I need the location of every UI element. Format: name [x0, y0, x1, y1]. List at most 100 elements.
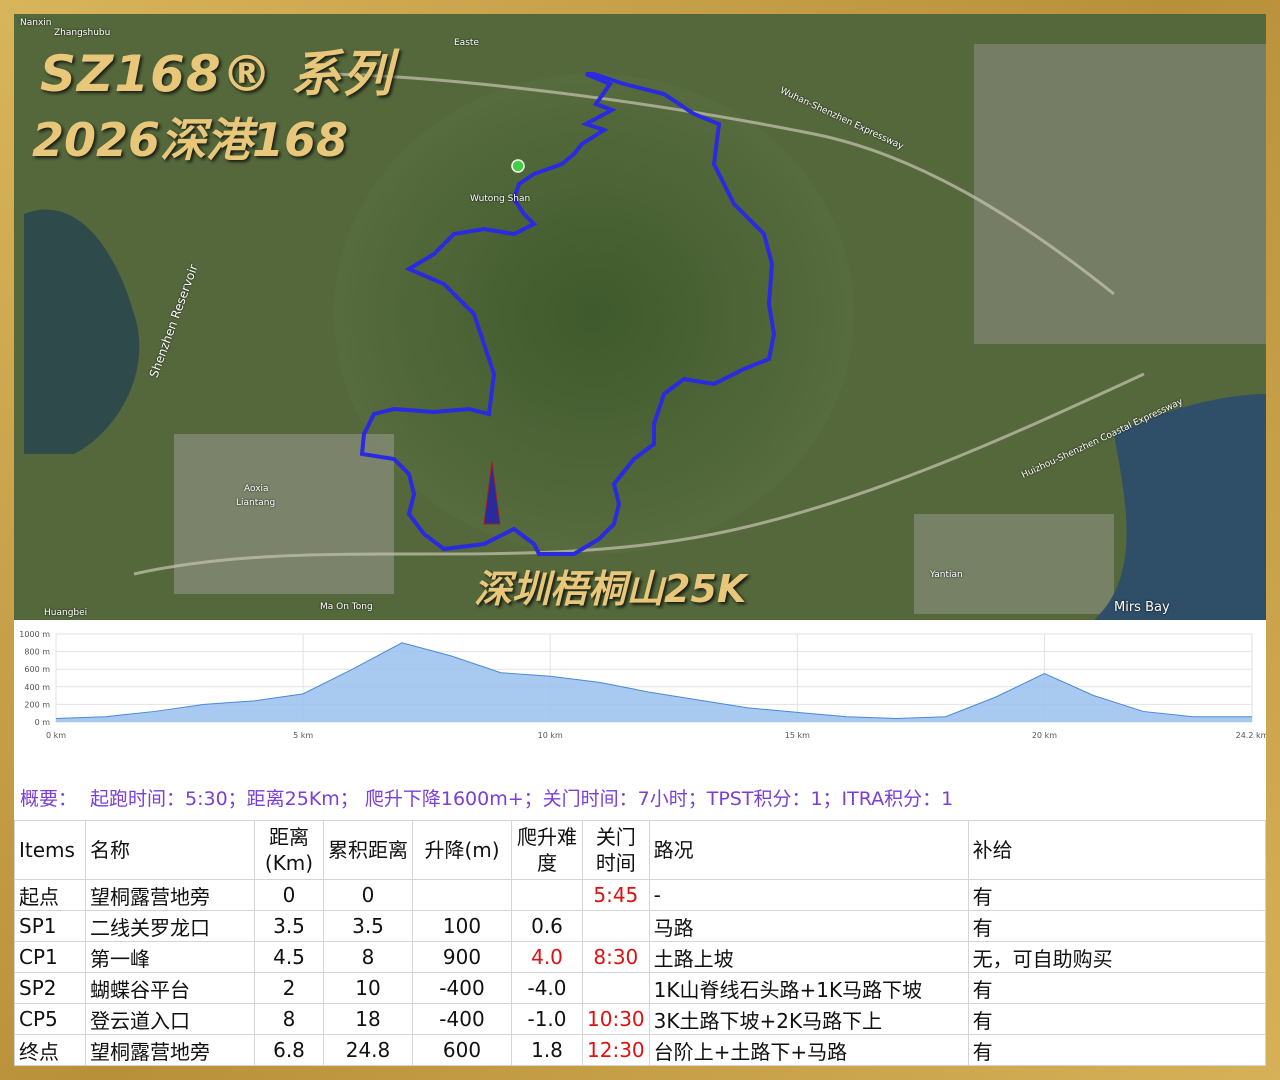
table-cell: 登云道入口 — [85, 1003, 255, 1035]
table-row: SP2 蝴蝶谷平台 2 10 -400 -4.0 1K山脊线石头路+1K马路下坡有 — [14, 972, 1266, 1004]
table-cell: SP2 — [14, 972, 86, 1004]
table-cell: SP1 — [14, 910, 86, 942]
y-tick-label: 0 m — [35, 718, 51, 727]
x-tick-label: 10 km — [538, 731, 563, 740]
place-label: Nanxin — [20, 18, 52, 28]
satellite-map[interactable]: Nanxin Zhangshubu Shenzhen Reservoir Wut… — [14, 14, 1266, 620]
table-cell: 12:30 — [582, 1034, 650, 1066]
table-cell: 台阶上+土路下+马路 — [648, 1034, 969, 1066]
table-cell — [511, 879, 583, 911]
header-items: Items — [14, 820, 86, 880]
summary-text: 起跑时间：5:30；距离25Km； 爬升下降1600m+；关门时间：7小时；TP… — [90, 788, 954, 810]
x-tick-label: 20 km — [1032, 731, 1057, 740]
table-cell: CP1 — [14, 941, 86, 973]
table-cell: -1.0 — [511, 1003, 583, 1035]
place-label: Huangbei — [44, 608, 88, 618]
table-cell — [412, 879, 512, 911]
x-tick-label: 0 km — [46, 731, 66, 740]
table-cell: 有 — [967, 972, 1266, 1004]
summary-label: 概要： — [20, 788, 78, 810]
race-title: 深圳梧桐山25K — [474, 567, 747, 611]
header-elevation: 升降(m) — [412, 820, 512, 880]
table-row: 终点 望桐露营地旁 6.8 24.8 600 1.8 12:30 台阶上+土路下+马路有 — [14, 1034, 1266, 1066]
table-cell: 望桐露营地旁 — [85, 879, 255, 911]
elevation-profile: 1000 m 800 m 600 m 400 m 200 m 0 m 0 km 5 km 10 … — [14, 622, 1266, 754]
table-cell: - — [648, 879, 969, 911]
table-cell: 无，可自助购买 — [967, 941, 1266, 973]
table-cell: 100 — [412, 910, 512, 942]
urban-area — [974, 44, 1266, 344]
table-cell: 6.8 — [254, 1034, 324, 1066]
table-cell: 有 — [967, 1003, 1266, 1035]
y-tick-label: 200 m — [24, 700, 50, 709]
table-cell: 3.5 — [254, 910, 324, 942]
table-row: 起点 望桐露营地旁 0 0 5:45- 有 — [14, 879, 1266, 911]
table-cell: 马路 — [648, 910, 969, 942]
urban-area — [174, 434, 394, 594]
header-cumulative: 累积距离 — [323, 820, 413, 880]
urban-area — [914, 514, 1114, 614]
table-cell: 蝴蝶谷平台 — [85, 972, 255, 1004]
table-cell: -400 — [412, 972, 512, 1004]
y-tick-label: 400 m — [24, 683, 50, 692]
header-road: 路况 — [648, 820, 969, 880]
table-cell: CP5 — [14, 1003, 86, 1035]
table-cell: 5:45 — [582, 879, 650, 911]
table-cell: 4.5 — [254, 941, 324, 973]
table-cell: 土路上坡 — [648, 941, 969, 973]
x-tick-label: 24.2 km — [1236, 731, 1266, 740]
table-cell: 1K山脊线石头路+1K马路下坡 — [648, 972, 969, 1004]
table-cell: 1.8 — [511, 1034, 583, 1066]
table-cell: 有 — [967, 1034, 1266, 1066]
table-cell: 10 — [323, 972, 413, 1004]
table-cell: 8:30 — [582, 941, 650, 973]
table-cell: 3K土路下坡+2K马路下上 — [648, 1003, 969, 1035]
table-cell: -4.0 — [511, 972, 583, 1004]
table-cell: 3.5 — [323, 910, 413, 942]
table-cell: 24.8 — [323, 1034, 413, 1066]
elevation-chart: 1000 m 800 m 600 m 400 m 200 m 0 m 0 km 5 km 10 … — [19, 630, 1266, 740]
header-difficulty: 爬升难度 — [511, 820, 583, 880]
header-name: 名称 — [85, 820, 255, 880]
event-brand: 2026深港168 — [32, 113, 349, 167]
table-cell: 有 — [967, 879, 1266, 911]
table-cell: 第一峰 — [85, 941, 255, 973]
place-label: Liantang — [236, 498, 276, 508]
table-cell: 起点 — [14, 879, 86, 911]
start-marker[interactable] — [511, 159, 525, 173]
table-cell — [582, 972, 650, 1004]
x-tick-label: 5 km — [293, 731, 313, 740]
table-cell: 2 — [254, 972, 324, 1004]
table-cell: 望桐露营地旁 — [85, 1034, 255, 1066]
y-tick-label: 800 m — [24, 648, 50, 657]
place-label: Mirs Bay — [1114, 600, 1170, 615]
table-cell: -400 — [412, 1003, 512, 1035]
poster-panel: Nanxin Zhangshubu Shenzhen Reservoir Wut… — [14, 14, 1266, 1066]
table-cell: 0.6 — [511, 910, 583, 942]
table-cell: 600 — [412, 1034, 512, 1066]
table-row: CP5 登云道入口 8 18 -400 -1.0 10:30 3K土路下坡+2K马路下上有 — [14, 1003, 1266, 1035]
x-tick-label: 15 km — [785, 731, 810, 740]
table-cell: 终点 — [14, 1034, 86, 1066]
header-distance: 距离(Km) — [254, 820, 324, 880]
gold-frame: Nanxin Zhangshubu Shenzhen Reservoir Wut… — [0, 0, 1280, 1080]
table-cell: 8 — [323, 941, 413, 973]
table-cell: 900 — [412, 941, 512, 973]
table-cell: 8 — [254, 1003, 324, 1035]
place-label: Easte — [454, 38, 479, 48]
table-cell: 18 — [323, 1003, 413, 1035]
table-cell: 0 — [323, 879, 413, 911]
table-row: CP1 第一峰 4.5 8 900 4.0 8:30 土路上坡 无，可自助购买 — [14, 941, 1266, 973]
y-tick-label: 1000 m — [19, 630, 50, 639]
place-label: Ma On Tong — [320, 602, 373, 612]
table-cell: 0 — [254, 879, 324, 911]
header-supply: 补给 — [967, 820, 1266, 880]
y-tick-label: 600 m — [24, 665, 50, 674]
header-cutoff: 关门时间 — [582, 820, 650, 880]
table-cell: 二线关罗龙口 — [85, 910, 255, 942]
place-label: Yantian — [930, 570, 963, 580]
summary-bar: 概要： 起跑时间：5:30；距离25Km； 爬升下降1600m+；关门时间：7小… — [14, 780, 1266, 812]
series-brand: SZ168® 系列 — [40, 45, 394, 103]
place-label: Aoxia — [244, 484, 269, 494]
table-cell — [582, 910, 650, 942]
